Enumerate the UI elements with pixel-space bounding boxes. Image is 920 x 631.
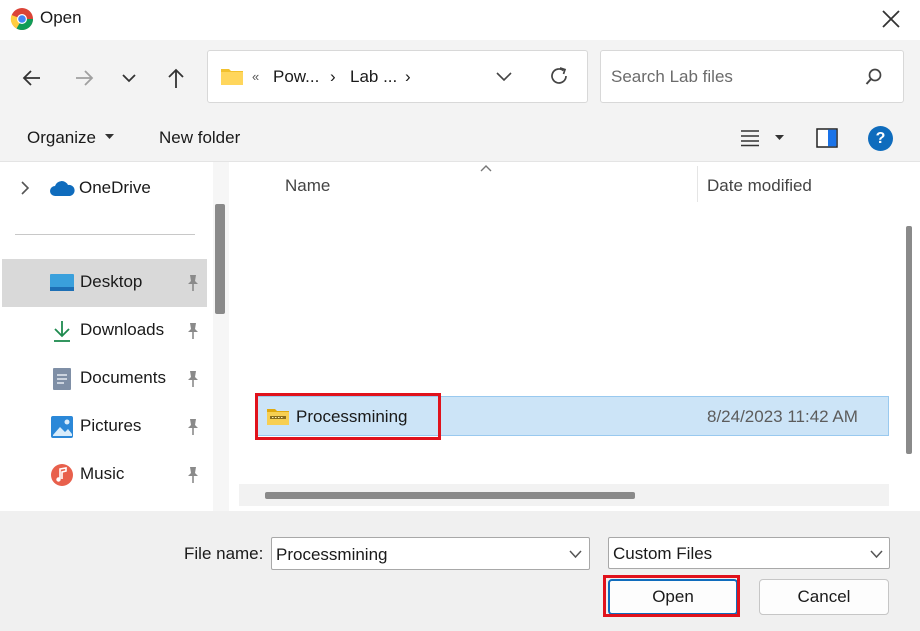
breadcrumb-separator[interactable]: ›: [330, 67, 336, 87]
caret-down-icon: [105, 134, 114, 139]
highlight-box: [603, 575, 740, 617]
sidebar-item-downloads[interactable]: Downloads: [2, 307, 207, 355]
command-toolbar: Organize New folder ?: [0, 116, 920, 162]
documents-icon: [53, 368, 71, 390]
chevron-down-icon[interactable]: [569, 549, 582, 559]
sidebar-item-label: Documents: [80, 368, 166, 387]
new-folder-button[interactable]: New folder: [159, 128, 240, 148]
column-header-date-modified[interactable]: Date modified: [707, 176, 812, 196]
highlight-box: [255, 393, 441, 440]
desktop-icon: [50, 274, 74, 291]
help-icon[interactable]: ?: [868, 126, 893, 151]
view-options-icon[interactable]: [740, 129, 760, 147]
view-dropdown-icon[interactable]: [775, 135, 784, 141]
back-button[interactable]: [16, 62, 48, 94]
refresh-icon[interactable]: [548, 65, 570, 87]
breadcrumb-pow[interactable]: Pow...: [273, 67, 319, 87]
chevron-down-icon: [122, 74, 136, 83]
pin-icon[interactable]: [185, 417, 201, 437]
window-title: Open: [40, 8, 82, 27]
filetype-value: Custom Files: [613, 544, 713, 563]
filename-value: Processmining: [276, 545, 388, 564]
sidebar-item-label: Music: [80, 464, 125, 483]
sidebar-item-onedrive[interactable]: OneDrive: [79, 178, 151, 198]
file-date: 8/24/2023 11:42 AM: [707, 407, 858, 426]
overflow-chevron[interactable]: «: [252, 69, 259, 84]
sort-ascending-icon: [480, 165, 492, 172]
search-box[interactable]: Search Lab files: [600, 50, 904, 103]
organize-menu[interactable]: Organize: [27, 128, 96, 148]
column-header-name[interactable]: Name: [285, 176, 330, 196]
folder-icon: [221, 69, 243, 85]
pin-icon[interactable]: [185, 321, 201, 341]
file-list-scroll-thumb[interactable]: [906, 226, 912, 454]
address-bar[interactable]: « Pow... › Lab ... ›: [207, 50, 588, 103]
pin-icon[interactable]: [185, 369, 201, 389]
downloads-icon: [54, 321, 70, 342]
title-bar: Open: [0, 0, 920, 40]
search-icon[interactable]: [865, 68, 883, 86]
up-button[interactable]: [160, 62, 192, 94]
close-icon: [882, 10, 900, 28]
filetype-select[interactable]: Custom Files: [608, 537, 890, 569]
recent-locations-button[interactable]: [113, 62, 145, 94]
column-divider[interactable]: [697, 166, 698, 202]
back-arrow-icon: [22, 70, 40, 86]
chevron-down-icon[interactable]: [870, 549, 883, 559]
breadcrumb-separator[interactable]: ›: [405, 67, 411, 87]
sidebar-scroll-thumb[interactable]: [215, 204, 225, 314]
sidebar-item-label: Pictures: [80, 416, 142, 435]
filename-input[interactable]: Processmining: [271, 537, 590, 570]
sidebar-item-documents[interactable]: Documents: [2, 355, 207, 403]
pin-icon[interactable]: [185, 465, 201, 485]
breadcrumb-lab[interactable]: Lab ...: [350, 67, 397, 87]
close-button[interactable]: [874, 2, 908, 36]
sidebar-item-music[interactable]: Music: [2, 451, 207, 499]
filename-label: File name:: [184, 544, 264, 563]
onedrive-icon: [50, 181, 75, 196]
cancel-button[interactable]: Cancel: [759, 579, 889, 615]
chrome-icon: [10, 8, 33, 30]
address-dropdown-icon[interactable]: [495, 69, 513, 85]
dialog-footer: File name: Processmining Custom Files Op…: [0, 511, 920, 631]
sidebar-item-label: Downloads: [80, 320, 165, 339]
file-list-scrollbar[interactable]: [904, 162, 913, 511]
horizontal-scroll-thumb[interactable]: [265, 492, 635, 499]
pictures-icon: [51, 416, 73, 438]
expand-chevron-icon[interactable]: [20, 181, 30, 195]
divider: [15, 234, 195, 235]
preview-pane-icon[interactable]: [816, 128, 838, 148]
horizontal-scrollbar[interactable]: [239, 484, 889, 506]
sidebar-item-desktop[interactable]: Desktop: [2, 259, 207, 307]
up-arrow-icon: [168, 68, 184, 88]
forward-arrow-icon: [76, 70, 94, 86]
sidebar-item-label: Desktop: [80, 272, 143, 291]
file-list-pane: Name Date modified: [233, 162, 913, 511]
sidebar-item-pictures[interactable]: Pictures: [2, 403, 207, 451]
sidebar-scrollbar[interactable]: [213, 162, 229, 511]
navigation-bar: « Pow... › Lab ... › Search Lab files: [0, 40, 920, 116]
navigation-pane: OneDrive Desktop Downloads Documents Pic…: [0, 162, 233, 511]
forward-button[interactable]: [68, 62, 100, 94]
music-icon: [51, 464, 73, 486]
search-placeholder: Search Lab files: [611, 67, 733, 86]
pin-icon[interactable]: [185, 273, 201, 293]
